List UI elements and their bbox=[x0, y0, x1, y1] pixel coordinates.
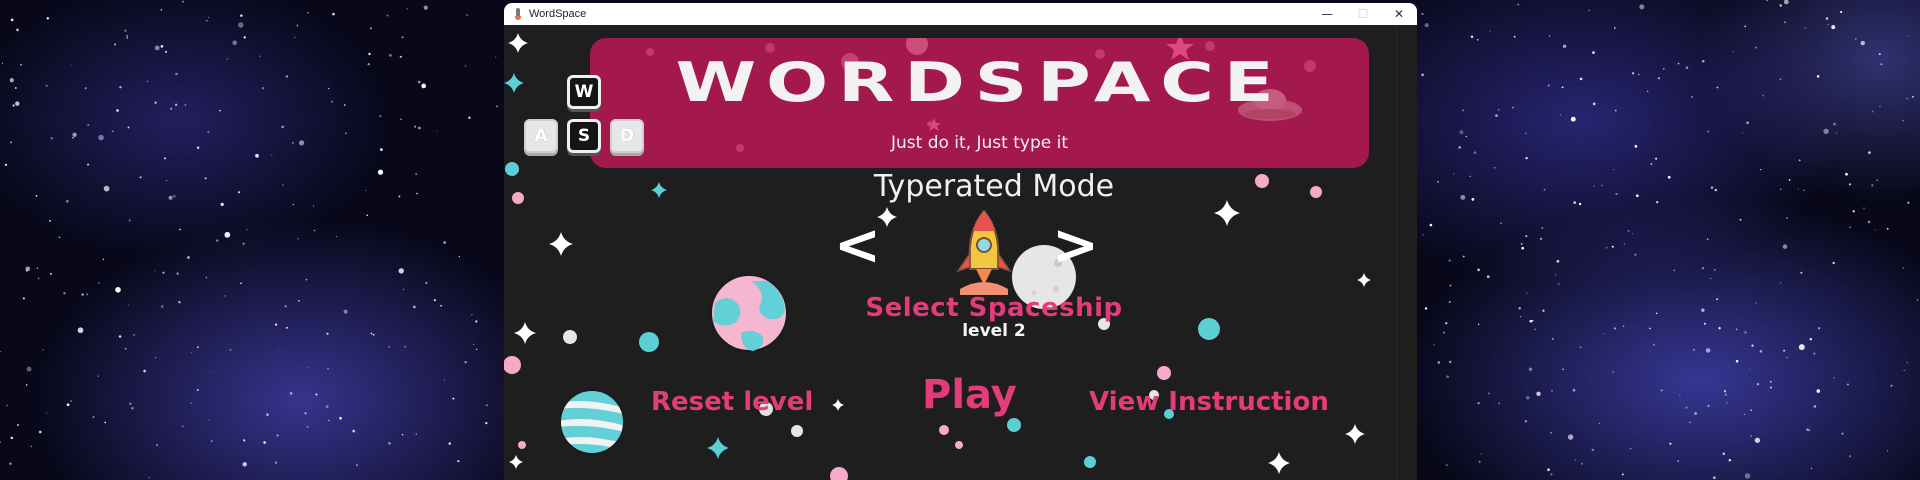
game-canvas: WORDSPACE Just do it, Just type it W A S… bbox=[504, 25, 1417, 480]
logo-key-w: W bbox=[567, 75, 601, 109]
select-spaceship-label: Select Spaceship bbox=[865, 293, 1123, 323]
title-bar[interactable]: WordSpace — ☐ ✕ bbox=[504, 3, 1417, 25]
logo-key-d: D bbox=[610, 119, 644, 153]
title-banner: WORDSPACE Just do it, Just type it bbox=[590, 38, 1369, 168]
logo-key-s: S bbox=[567, 119, 601, 153]
game-tagline: Just do it, Just type it bbox=[891, 133, 1068, 153]
close-button[interactable]: ✕ bbox=[1381, 3, 1417, 25]
view-instruction-button[interactable]: View Instruction bbox=[1089, 387, 1329, 417]
rocket-icon bbox=[956, 209, 1012, 295]
next-ship-button[interactable]: > bbox=[1052, 218, 1099, 274]
scroll-edge bbox=[1396, 25, 1397, 480]
reset-level-button[interactable]: Reset level bbox=[651, 387, 813, 417]
maximize-button[interactable]: ☐ bbox=[1345, 3, 1381, 25]
game-title: WORDSPACE bbox=[675, 51, 1284, 115]
minimize-button[interactable]: — bbox=[1309, 3, 1345, 25]
window-controls: — ☐ ✕ bbox=[1309, 3, 1417, 25]
window-title: WordSpace bbox=[529, 8, 587, 20]
striped-planet-icon bbox=[558, 387, 630, 461]
app-icon bbox=[513, 8, 523, 20]
mode-title: Typerated Mode bbox=[873, 169, 1115, 204]
app-window: WordSpace — ☐ ✕ WORDSPACE Just do it, Ju… bbox=[504, 3, 1417, 480]
logo-key-a: A bbox=[524, 119, 558, 153]
play-button[interactable]: Play bbox=[922, 372, 1017, 418]
prev-ship-button[interactable]: < bbox=[834, 218, 881, 274]
level-label: level 2 bbox=[962, 321, 1026, 341]
